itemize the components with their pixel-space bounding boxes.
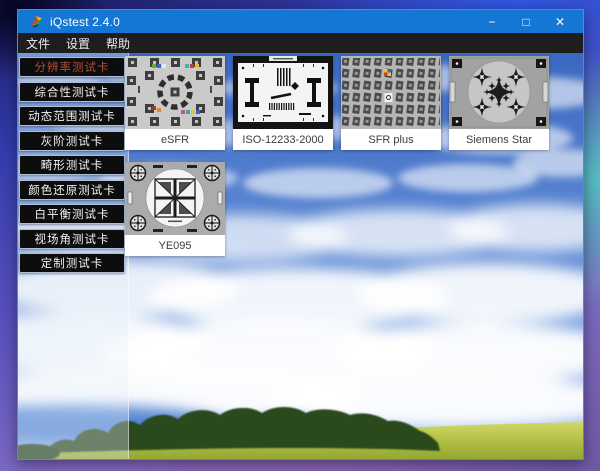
sidebar-item-color-reproduction-chart[interactable]: 颜色还原测试卡: [19, 180, 125, 200]
sfrplus-chart-thumbnail: [341, 56, 441, 129]
card-ye095[interactable]: YE095: [125, 162, 225, 256]
sidebar-item-field-of-view-chart[interactable]: 视场角测试卡: [19, 229, 125, 249]
client-area: 分辨率测试卡 综合性测试卡 动态范围测试卡 灰阶测试卡 畸形测试卡 颜色还原测试…: [18, 53, 583, 459]
sidebar-item-white-balance-chart[interactable]: 白平衡测试卡: [19, 204, 125, 224]
card-label: eSFR: [125, 129, 225, 150]
card-esfr[interactable]: eSFR: [125, 56, 225, 150]
card-label: Siemens Star: [449, 129, 549, 150]
menu-item-file[interactable]: 文件: [18, 35, 58, 52]
chart-gallery: eSFR: [125, 56, 565, 256]
sidebar-item-grayscale-chart[interactable]: 灰阶测试卡: [19, 131, 125, 151]
menu-item-settings[interactable]: 设置: [58, 35, 98, 52]
minimize-button[interactable]: −: [475, 10, 509, 33]
maximize-button[interactable]: □: [509, 10, 543, 33]
card-label: YE095: [125, 235, 225, 256]
close-button[interactable]: ✕: [543, 10, 577, 33]
sidebar-item-distortion-chart[interactable]: 畸形测试卡: [19, 155, 125, 175]
card-sfr-plus[interactable]: SFR plus: [341, 56, 441, 150]
card-label: ISO-12233-2000: [233, 129, 333, 150]
sidebar-item-comprehensive-chart[interactable]: 综合性测试卡: [19, 82, 125, 102]
window-title: iQstest 2.4.0: [50, 15, 475, 29]
menu-item-help[interactable]: 帮助: [98, 35, 138, 52]
sidebar-item-dynamic-range-chart[interactable]: 动态范围测试卡: [19, 106, 125, 126]
chart-gallery-row-1: eSFR: [125, 56, 565, 150]
iso12233-chart-thumbnail: [233, 56, 333, 129]
chart-gallery-row-2: YE095: [125, 162, 565, 256]
card-iso-12233-2000[interactable]: ISO-12233-2000: [233, 56, 333, 150]
siemens-star-chart-thumbnail: [449, 56, 549, 129]
app-window: iQstest 2.4.0 − □ ✕ 文件 设置 帮助: [17, 9, 584, 460]
app-logo-icon: [30, 15, 43, 28]
menu-bar: 文件 设置 帮助: [18, 33, 583, 53]
desktop-background: iQstest 2.4.0 − □ ✕ 文件 设置 帮助: [0, 0, 600, 471]
sidebar-item-custom-chart[interactable]: 定制测试卡: [19, 253, 125, 273]
title-bar: iQstest 2.4.0 − □ ✕: [18, 10, 583, 33]
esfr-chart-thumbnail: [125, 56, 225, 129]
card-siemens-star[interactable]: Siemens Star: [449, 56, 549, 150]
card-label: SFR plus: [341, 129, 441, 150]
ye095-chart-thumbnail: [125, 162, 225, 235]
window-controls: − □ ✕: [475, 10, 583, 33]
sidebar: 分辨率测试卡 综合性测试卡 动态范围测试卡 灰阶测试卡 畸形测试卡 颜色还原测试…: [19, 57, 125, 278]
sidebar-item-resolution-chart[interactable]: 分辨率测试卡: [19, 57, 125, 77]
